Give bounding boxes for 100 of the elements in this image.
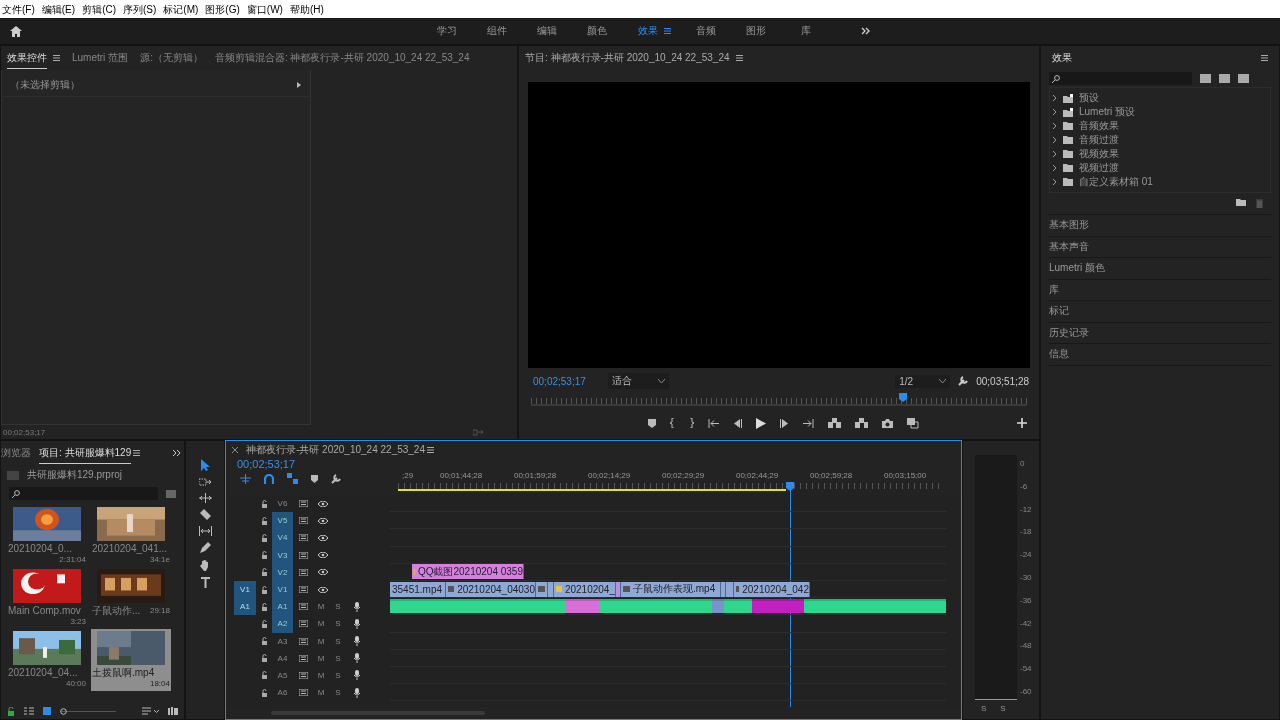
audio-clip[interactable] [599, 599, 712, 614]
panel-tab[interactable]: Lumetri 范围 [72, 48, 129, 68]
solo-button[interactable]: S [334, 636, 342, 646]
menu-item[interactable]: 帮助(H) [289, 3, 324, 17]
sync-lock-icon[interactable] [299, 551, 308, 559]
type-tool-icon[interactable] [200, 577, 210, 588]
sync-lock-icon[interactable] [299, 671, 308, 679]
microphone-icon[interactable] [354, 636, 360, 647]
video-clip[interactable]: 20210204_ [554, 581, 616, 597]
step-forward-icon[interactable] [780, 418, 789, 428]
list-view-icon[interactable] [24, 707, 34, 715]
collapsed-panel[interactable]: 库 [1049, 279, 1271, 301]
track-target[interactable]: A6 [272, 684, 293, 702]
audio-clip[interactable] [804, 599, 946, 614]
menu-item[interactable]: 剪辑(C) [82, 3, 116, 17]
track-target[interactable]: A1 [272, 598, 293, 616]
mute-button[interactable]: M [317, 670, 325, 680]
menu-item[interactable]: 标记(M) [163, 3, 199, 17]
sync-lock-icon[interactable] [299, 620, 308, 628]
collapsed-panel[interactable]: 标记 [1049, 301, 1271, 323]
workspace-tab[interactable]: 图形 [731, 24, 781, 38]
menu-item[interactable]: 编辑(E) [41, 3, 76, 17]
eye-icon[interactable] [318, 534, 328, 541]
mute-button[interactable]: M [317, 636, 325, 646]
close-icon[interactable] [232, 446, 238, 453]
lock-icon[interactable] [261, 568, 268, 577]
expand-icon[interactable] [297, 82, 301, 88]
lock-icon[interactable] [261, 602, 268, 611]
media-item[interactable]: 20210204_0... 2:31:04 [7, 505, 87, 567]
lock-icon[interactable] [261, 654, 268, 663]
microphone-icon[interactable] [354, 653, 360, 664]
effects-folder[interactable]: 音频效果 [1050, 119, 1270, 133]
mute-button[interactable]: M [317, 653, 325, 663]
solo-button[interactable]: S [1000, 704, 1006, 713]
audio-clip[interactable] [712, 599, 724, 614]
workspace-tab[interactable]: 音频 [681, 24, 731, 38]
track-select-icon[interactable] [199, 477, 211, 487]
more-icon[interactable] [173, 450, 180, 456]
source-patch[interactable]: V1 [234, 580, 256, 599]
search-field[interactable] [9, 487, 158, 500]
media-item[interactable]: 20210204_04... 40:00 [7, 629, 87, 691]
lock-icon[interactable] [261, 671, 268, 680]
menu-icon[interactable] [133, 450, 141, 456]
razor-icon[interactable] [199, 509, 211, 520]
media-item[interactable]: Main Comp.mov 3:23 [7, 567, 87, 629]
video-clip[interactable] [536, 581, 548, 597]
audio-clip[interactable] [752, 599, 804, 614]
effects-folder[interactable]: 预设 [1050, 91, 1270, 105]
step-back-icon[interactable] [733, 418, 742, 428]
effects-folder[interactable]: 音频过渡 [1050, 133, 1270, 147]
panel-tab[interactable]: 浏览器 [1, 443, 31, 463]
audio-clip[interactable] [724, 599, 752, 614]
marker-icon[interactable] [311, 474, 318, 483]
solo-button[interactable]: S [334, 670, 342, 680]
eye-icon[interactable] [318, 552, 328, 559]
sort-icon[interactable] [142, 707, 159, 715]
microphone-icon[interactable] [354, 670, 360, 681]
microphone-icon[interactable] [354, 618, 360, 629]
pen-icon[interactable] [199, 542, 211, 553]
menu-icon[interactable] [53, 55, 60, 61]
collapsed-panel[interactable]: Lumetri 颜色 [1049, 258, 1271, 280]
effects-folder[interactable]: 自定义素材箱 01 [1050, 175, 1270, 189]
track-target[interactable]: A2 [272, 615, 293, 633]
storyboard-icon[interactable] [168, 707, 178, 715]
track-target[interactable]: A3 [272, 632, 293, 650]
menu-item[interactable]: 序列(S) [123, 3, 157, 17]
panel-tab[interactable]: 源:（无剪辑） [140, 48, 203, 68]
sync-lock-icon[interactable] [299, 654, 308, 662]
video-clip[interactable] [616, 581, 621, 597]
extract-icon[interactable] [855, 418, 868, 428]
menu-item[interactable]: 图形(G) [205, 3, 240, 17]
hand-icon[interactable] [199, 559, 211, 571]
media-item[interactable]: 20210204_041... 34:1e [91, 505, 171, 567]
solo-button[interactable]: S [334, 602, 342, 612]
selection-tool-icon[interactable] [200, 459, 210, 471]
panel-tab[interactable]: 效果控件 [7, 47, 47, 69]
collapsed-panel[interactable]: 基本声音 [1049, 236, 1271, 258]
source-patch[interactable]: A1 [234, 598, 256, 616]
video-clip[interactable]: 20210204_04030 [446, 581, 536, 597]
track-target[interactable]: V5 [272, 512, 293, 530]
panel-tab[interactable]: 音频剪辑混合器: 神都夜行录-共研 2020_10_24 22_53_24 [214, 48, 470, 68]
mark-out-icon[interactable] [689, 418, 694, 428]
menu-item[interactable]: 文件(F) [2, 3, 35, 17]
lock-icon[interactable] [261, 516, 268, 525]
menu-icon[interactable] [735, 55, 743, 61]
slider-handle[interactable] [59, 707, 67, 715]
solo-button[interactable]: S [334, 619, 342, 629]
lock-icon[interactable] [261, 533, 268, 542]
search-field[interactable] [1049, 72, 1192, 85]
time-ruler[interactable]: ;29 00;01;44;28 00;01;59;28 00;02;14;29 00;02;29;29 00;02;44;29 00;02;59;28 00;03;15;00 [398, 458, 945, 495]
workspace-tab[interactable]: 颜色 [572, 24, 622, 38]
lock-icon[interactable] [261, 499, 268, 508]
settings-icon[interactable] [958, 376, 969, 386]
zoom-dropdown[interactable]: 适合 [607, 373, 669, 389]
ripple-edit-icon[interactable] [198, 493, 212, 503]
go-to-in-icon[interactable] [708, 418, 719, 428]
eye-icon[interactable] [318, 500, 328, 507]
menu-icon[interactable] [664, 28, 671, 34]
linked-selection-icon[interactable] [287, 473, 298, 484]
resolution-dropdown[interactable]: 1/2 [895, 374, 951, 388]
